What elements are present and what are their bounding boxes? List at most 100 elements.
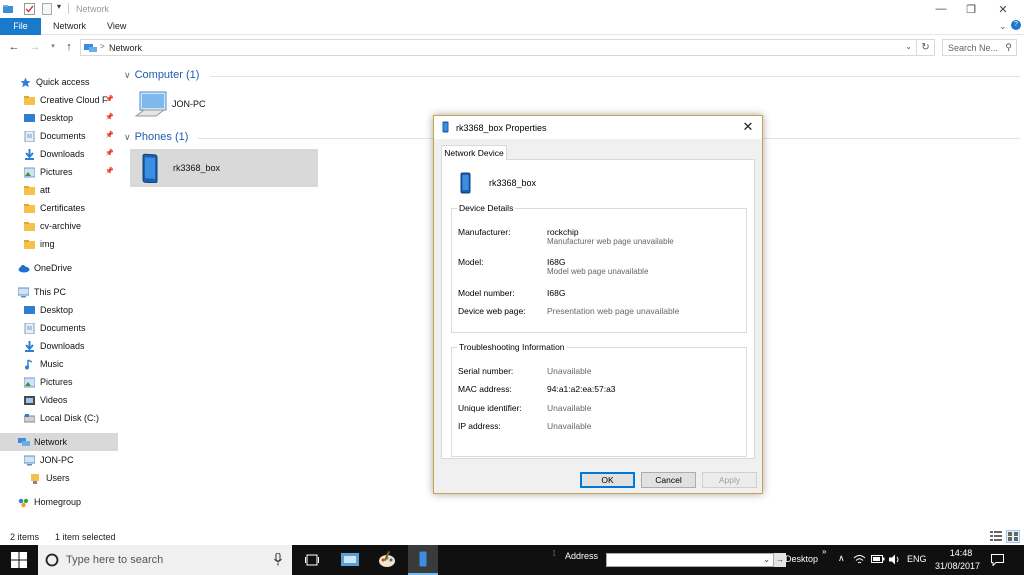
nav-item-cv-archive[interactable]: cv-archive xyxy=(0,217,118,235)
tab-network-device[interactable]: Network Device xyxy=(441,145,507,160)
nav-item-img[interactable]: img xyxy=(0,235,118,253)
manufacturer-value: rockchip xyxy=(547,227,579,237)
start-button[interactable] xyxy=(4,545,34,575)
folder-icon xyxy=(24,185,35,196)
ok-button[interactable]: OK xyxy=(580,472,635,488)
unique-identifier-label: Unique identifier: xyxy=(458,403,522,413)
shared-folder-icon xyxy=(30,473,41,484)
address-dropdown-icon[interactable]: ⌄ xyxy=(905,42,912,51)
nav-network[interactable]: Network xyxy=(0,433,118,451)
toolbar-expand-icon[interactable]: » xyxy=(822,547,826,556)
taskbar-app-network-icon[interactable] xyxy=(335,545,365,575)
tab-view[interactable]: View xyxy=(94,18,139,35)
apply-button[interactable]: Apply xyxy=(702,472,757,488)
tile-jon-pc[interactable]: JON-PC xyxy=(134,88,234,128)
forward-button[interactable]: → xyxy=(28,40,42,54)
nav-homegroup[interactable]: Homegroup xyxy=(0,493,118,511)
maximize-button[interactable]: ❐ xyxy=(956,0,986,18)
documents-icon xyxy=(24,322,35,334)
desktop-icon xyxy=(24,305,35,316)
pin-icon: 📌 xyxy=(105,150,114,157)
properties-icon[interactable] xyxy=(24,3,35,15)
cortana-icon xyxy=(45,553,59,567)
nav-onedrive[interactable]: OneDrive xyxy=(0,259,118,277)
address-dropdown-icon[interactable]: ⌄ xyxy=(763,555,770,564)
expand-ribbon-icon[interactable]: ⌄ xyxy=(999,21,1007,32)
breadcrumb-network[interactable]: Network xyxy=(109,43,142,53)
language-indicator[interactable]: ENG xyxy=(907,554,927,564)
nav-item-pictures[interactable]: Pictures 📌 xyxy=(0,163,118,181)
clock-date[interactable]: 31/08/2017 xyxy=(935,561,980,571)
nav-item-certificates[interactable]: Certificates xyxy=(0,199,118,217)
taskbar-app-explorer-icon[interactable] xyxy=(408,545,438,575)
volume-icon[interactable] xyxy=(889,554,901,565)
tab-network[interactable]: Network xyxy=(40,18,99,35)
nav-label: att xyxy=(40,185,51,195)
desktop-toolbar-label[interactable]: Desktop xyxy=(785,554,818,564)
nav-item-documents[interactable]: Documents 📌 xyxy=(0,127,118,145)
recent-locations-icon[interactable]: ▾ xyxy=(46,40,60,54)
tab-file[interactable]: File xyxy=(0,18,41,35)
nav-item-downloads[interactable]: Downloads 📌 xyxy=(0,145,118,163)
drive-icon xyxy=(24,413,35,424)
taskbar: Type here to search ⁞ Address ⌄ → Deskto… xyxy=(0,545,1024,575)
refresh-button[interactable]: ↻ xyxy=(917,39,935,56)
model-value: I68G xyxy=(547,257,566,267)
nav-item-creative-cloud[interactable]: Creative Cloud F 📌 xyxy=(0,91,118,109)
wifi-icon[interactable] xyxy=(853,554,866,565)
group-header-phones[interactable]: ∨ Phones (1) xyxy=(124,131,188,143)
up-button[interactable]: ↑ xyxy=(62,40,76,54)
nav-label: Pictures xyxy=(40,377,73,387)
search-placeholder: Search Ne... xyxy=(948,43,999,53)
nav-pc-music[interactable]: Music xyxy=(0,355,118,373)
new-folder-icon[interactable] xyxy=(42,3,52,15)
clock-time[interactable]: 14:48 xyxy=(946,548,976,558)
microphone-icon[interactable] xyxy=(274,553,282,566)
serial-number-label: Serial number: xyxy=(458,366,514,376)
device-details-group: Device Details Manufacturer: rockchip Ma… xyxy=(451,203,747,333)
nav-pc-desktop[interactable]: Desktop xyxy=(0,301,118,319)
tile-label: JON-PC xyxy=(172,99,206,109)
nav-pc-videos[interactable]: Videos xyxy=(0,391,118,409)
show-hidden-icons-button[interactable]: ∧ xyxy=(838,553,845,564)
nav-pc-documents[interactable]: Documents xyxy=(0,319,118,337)
nav-network-jon-pc[interactable]: JON-PC xyxy=(0,451,118,469)
nav-item-att[interactable]: att xyxy=(0,181,118,199)
task-view-button[interactable] xyxy=(297,545,327,575)
nav-pc-local-disk[interactable]: Local Disk (C:) xyxy=(0,409,118,427)
nav-label: Local Disk (C:) xyxy=(40,413,100,423)
explorer-icon[interactable] xyxy=(2,3,14,15)
back-button[interactable]: ← xyxy=(7,40,21,54)
tile-rk3368-box[interactable]: rk3368_box xyxy=(130,149,318,187)
nav-item-desktop[interactable]: Desktop 📌 xyxy=(0,109,118,127)
help-icon[interactable]: ? xyxy=(1011,20,1021,30)
large-icons-view-icon[interactable] xyxy=(1006,530,1020,543)
group-title: Phones (1) xyxy=(134,131,189,143)
search-input[interactable]: Search Ne... ⚲ xyxy=(942,39,1017,56)
address-toolbar-label: Address xyxy=(565,551,599,561)
battery-icon[interactable] xyxy=(871,554,885,564)
group-header-computer[interactable]: ∨ Computer (1) xyxy=(124,69,199,81)
taskbar-search-input[interactable]: Type here to search xyxy=(38,545,292,575)
toolbar-grip-icon: ⁞ xyxy=(553,549,556,558)
nav-pc-downloads[interactable]: Downloads xyxy=(0,337,118,355)
dialog-close-button[interactable]: ✕ xyxy=(740,119,756,135)
close-button[interactable]: ✕ xyxy=(988,0,1018,18)
qat-dropdown-icon[interactable]: ▾ xyxy=(57,2,61,11)
cancel-button[interactable]: Cancel xyxy=(641,472,696,488)
action-center-icon[interactable] xyxy=(991,554,1004,566)
window-title: Network xyxy=(76,4,110,14)
nav-network-users[interactable]: Users xyxy=(0,469,118,487)
details-view-icon[interactable] xyxy=(990,531,1002,541)
dialog-tab-panel: rk3368_box Device Details Manufacturer: … xyxy=(441,159,755,459)
address-bar[interactable]: > Network ⌄ xyxy=(80,39,917,56)
tile-label: rk3368_box xyxy=(173,163,221,173)
minimize-button[interactable]: — xyxy=(926,0,956,18)
nav-quick-access[interactable]: Quick access xyxy=(0,73,118,91)
address-toolbar-input[interactable]: ⌄ xyxy=(606,553,774,567)
cloud-icon xyxy=(18,263,30,274)
taskbar-app-paint-icon[interactable] xyxy=(372,545,402,575)
nav-this-pc[interactable]: This PC xyxy=(0,283,118,301)
desktop-icon xyxy=(24,113,35,124)
nav-pc-pictures[interactable]: Pictures xyxy=(0,373,118,391)
